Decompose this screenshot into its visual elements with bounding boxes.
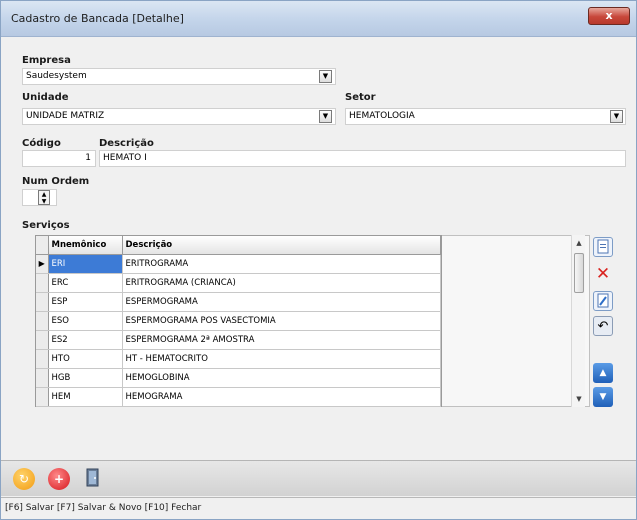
setor-dropdown-button[interactable]: ▼: [610, 110, 623, 123]
cell-mnemonico[interactable]: ESO: [48, 311, 123, 331]
close-button[interactable]: x: [588, 7, 630, 25]
main-window: Cadastro de Bancada [Detalhe] x Empresa …: [0, 0, 637, 520]
row-indicator-icon: ▶: [36, 254, 49, 274]
cell-mnemonico[interactable]: ESP: [48, 292, 123, 312]
window-title: Cadastro de Bancada [Detalhe]: [11, 12, 184, 25]
table-row[interactable]: HGB HEMOGLOBINA: [36, 368, 441, 388]
delete-icon[interactable]: ✕: [593, 264, 613, 284]
cell-mnemonico[interactable]: HEM: [48, 387, 123, 407]
edit-document-icon[interactable]: [593, 291, 613, 311]
exit-icon[interactable]: [82, 467, 104, 489]
servicos-label: Serviços: [22, 220, 70, 231]
setor-field[interactable]: HEMATOLOGIA: [345, 108, 626, 125]
undo-icon[interactable]: ↶: [593, 316, 613, 336]
status-bar: [F6] Salvar [F7] Salvar & Novo [F10] Fec…: [1, 497, 636, 519]
descricao-field[interactable]: HEMATO I: [99, 150, 626, 167]
row-indicator: [36, 349, 49, 369]
save-new-icon[interactable]: +: [48, 468, 70, 490]
row-indicator: [36, 292, 49, 312]
move-down-icon[interactable]: ▼: [593, 387, 613, 407]
num-ordem-spinner[interactable]: ▲ ▼: [38, 190, 50, 205]
table-row[interactable]: ES2 ESPERMOGRAMA 2ª AMOSTRA: [36, 330, 441, 350]
scroll-up-icon[interactable]: ▲: [573, 237, 585, 249]
form-area: Empresa Saudesystem ▼ Unidade UNIDADE MA…: [9, 39, 630, 457]
cell-mnemonico[interactable]: ES2: [48, 330, 123, 350]
scroll-thumb[interactable]: [574, 253, 584, 293]
cell-mnemonico[interactable]: ERI: [48, 254, 123, 274]
cell-mnemonico[interactable]: HTO: [48, 349, 123, 369]
indicator-header: [36, 236, 49, 255]
table-row[interactable]: ESP ESPERMOGRAMA: [36, 292, 441, 312]
cell-descricao[interactable]: ESPERMOGRAMA: [122, 292, 441, 312]
cell-descricao[interactable]: ERITROGRAMA (CRIANCA): [122, 273, 441, 293]
column-header-descricao[interactable]: Descrição: [122, 236, 441, 255]
setor-label: Setor: [345, 92, 376, 103]
move-up-icon[interactable]: ▲: [593, 363, 613, 383]
table-row[interactable]: ERC ERITROGRAMA (CRIANCA): [36, 273, 441, 293]
codigo-field[interactable]: 1: [22, 150, 96, 167]
row-indicator: [36, 311, 49, 331]
descricao-label: Descrição: [99, 138, 154, 149]
new-document-icon[interactable]: [593, 237, 613, 257]
table-row[interactable]: ▶ ERI ERITROGRAMA: [36, 254, 441, 274]
cell-mnemonico[interactable]: HGB: [48, 368, 123, 388]
cell-descricao[interactable]: HEMOGLOBINA: [122, 368, 441, 388]
codigo-label: Código: [22, 138, 61, 149]
row-indicator: [36, 330, 49, 350]
empresa-label: Empresa: [22, 55, 71, 66]
chevron-down-icon: ▼: [322, 112, 329, 120]
save-icon[interactable]: ↻: [13, 468, 35, 490]
cell-descricao[interactable]: ESPERMOGRAMA 2ª AMOSTRA: [122, 330, 441, 350]
chevron-down-icon: ▼: [322, 72, 329, 80]
cell-descricao[interactable]: HT - HEMATOCRITO: [122, 349, 441, 369]
row-indicator: [36, 368, 49, 388]
unidade-field[interactable]: UNIDADE MATRIZ: [22, 108, 336, 125]
row-indicator: [36, 273, 49, 293]
empresa-field[interactable]: Saudesystem: [22, 68, 336, 85]
row-indicator: [36, 387, 49, 407]
unidade-label: Unidade: [22, 92, 69, 103]
scroll-down-icon[interactable]: ▼: [573, 393, 585, 405]
num-ordem-label: Num Ordem: [22, 176, 90, 187]
title-bar[interactable]: Cadastro de Bancada [Detalhe] x: [1, 1, 636, 37]
unidade-dropdown-button[interactable]: ▼: [319, 110, 332, 123]
servicos-grid[interactable]: Mnemônico Descrição ▶ ERI ERITROGRAMA ER…: [35, 235, 442, 407]
cell-descricao[interactable]: HEMOGRAMA: [122, 387, 441, 407]
cell-mnemonico[interactable]: ERC: [48, 273, 123, 293]
table-row[interactable]: ESO ESPERMOGRAMA POS VASECTOMIA: [36, 311, 441, 331]
table-row[interactable]: HEM HEMOGRAMA: [36, 387, 441, 407]
empresa-dropdown-button[interactable]: ▼: [319, 70, 332, 83]
table-row[interactable]: HTO HT - HEMATOCRITO: [36, 349, 441, 369]
bottom-toolbar: ↻ +: [1, 460, 636, 496]
cell-descricao[interactable]: ESPERMOGRAMA POS VASECTOMIA: [122, 311, 441, 331]
cell-descricao[interactable]: ERITROGRAMA: [122, 254, 441, 274]
grid-header-row: Mnemônico Descrição: [36, 236, 441, 255]
chevron-down-icon: ▼: [613, 112, 620, 120]
grid-scrollbar[interactable]: ▲ ▼: [571, 235, 585, 407]
column-header-mnemonico[interactable]: Mnemônico: [48, 236, 123, 255]
